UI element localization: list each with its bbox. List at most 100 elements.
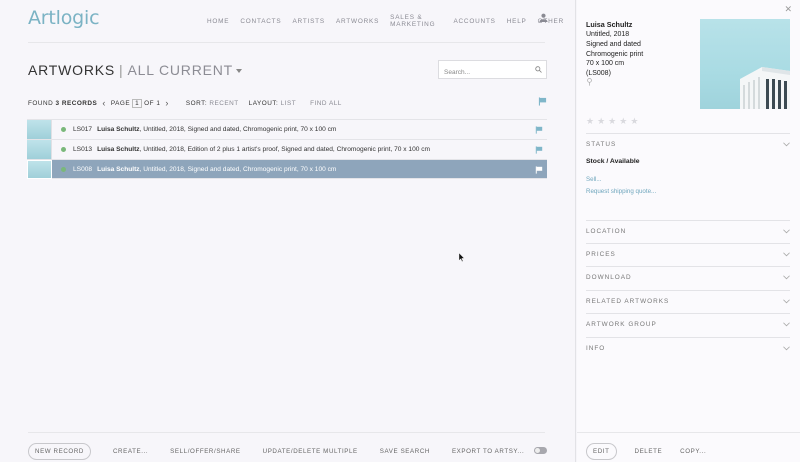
save-search-button[interactable]: SAVE SEARCH — [380, 448, 430, 455]
table-row-selected[interactable]: LS008 Luisa Schultz , Untitled, 2018, Si… — [27, 159, 547, 179]
edit-button[interactable]: EDIT — [586, 443, 617, 460]
flag-icon[interactable] — [538, 97, 547, 106]
status-dot — [61, 127, 66, 132]
record-details: , Untitled, 2018, Signed and dated, Chro… — [139, 165, 337, 173]
star-icon[interactable]: ★ — [597, 116, 605, 127]
nav-help[interactable]: HELP — [507, 18, 527, 25]
results-toolbar: FOUND 3 RECORDS ‹ PAGE 1 OF 1 › SORT: RE… — [28, 97, 547, 108]
section-artwork-group[interactable]: ARTWORK GROUP — [586, 313, 790, 328]
chevron-down-icon[interactable] — [236, 69, 243, 74]
artwork-thumbnail[interactable] — [27, 159, 52, 179]
section-download-title: DOWNLOAD — [586, 274, 632, 281]
record-ref: LS013 — [73, 146, 93, 153]
panel-signature: Signed and dated — [586, 40, 641, 48]
row-flag-icon[interactable] — [535, 166, 543, 174]
star-icon[interactable]: ★ — [630, 116, 638, 127]
search-input[interactable] — [439, 64, 529, 81]
page-title: ARTWORKS | ALL CURRENT — [28, 62, 243, 78]
request-shipping-link[interactable]: Request shipping quote... — [586, 188, 656, 195]
chevron-down-icon[interactable] — [783, 322, 790, 327]
header-divider — [28, 42, 545, 43]
nav-artists[interactable]: ARTISTS — [292, 18, 324, 25]
section-info-title: INFO — [586, 345, 606, 352]
section-prices[interactable]: PRICES — [586, 243, 790, 258]
view-toggle[interactable] — [534, 447, 547, 454]
nav-accounts[interactable]: ACCOUNTS — [453, 18, 495, 25]
section-location[interactable]: LOCATION — [586, 220, 790, 235]
copy-button[interactable]: COPY... — [680, 448, 706, 455]
page-title-main: ARTWORKS — [28, 62, 116, 78]
artwork-image[interactable] — [700, 19, 790, 109]
section-info[interactable]: INFO — [586, 337, 790, 352]
star-icon[interactable]: ★ — [619, 116, 627, 127]
nav-home[interactable]: HOME — [207, 18, 229, 25]
export-to-artsy-button[interactable]: EXPORT TO ARTSY... — [452, 448, 524, 455]
find-all-button[interactable]: FIND ALL — [310, 100, 342, 107]
panel-artist-name: Luisa Schultz — [586, 20, 633, 29]
panel-dimensions: 70 x 100 cm — [586, 60, 625, 68]
section-prices-title: PRICES — [586, 251, 616, 258]
pin-icon[interactable] — [586, 78, 593, 86]
page-total: OF 1 — [144, 99, 161, 107]
record-details: , Untitled, 2018, Edition of 2 plus 1 ar… — [139, 146, 431, 153]
chevron-down-icon[interactable] — [783, 346, 790, 351]
next-page-icon[interactable]: › — [165, 98, 169, 108]
saved-search-dropdown[interactable]: ALL CURRENT — [127, 62, 233, 78]
section-artwork-group-title: ARTWORK GROUP — [586, 321, 657, 328]
row-flag-icon[interactable] — [535, 146, 543, 154]
user-icon[interactable] — [539, 13, 548, 22]
chevron-down-icon[interactable] — [783, 252, 790, 257]
section-download[interactable]: DOWNLOAD — [586, 266, 790, 281]
row-flag-icon[interactable] — [535, 126, 543, 134]
table-row[interactable]: LS017 Luisa Schultz , Untitled, 2018, Si… — [27, 119, 547, 139]
rating-stars[interactable]: ★ ★ ★ ★ ★ — [586, 116, 641, 127]
record-details: , Untitled, 2018, Signed and dated, Chro… — [139, 126, 337, 133]
record-artist: Luisa Schultz — [97, 165, 140, 173]
section-status[interactable]: STATUS — [586, 133, 790, 148]
section-related-artworks[interactable]: RELATED ARTWORKS — [586, 290, 790, 305]
records-list: LS017 Luisa Schultz , Untitled, 2018, Si… — [27, 119, 547, 179]
status-value: Stock / Available — [586, 158, 640, 165]
artlogic-logo[interactable]: Artlogic — [28, 7, 100, 29]
sort-value[interactable]: RECENT — [209, 100, 238, 107]
sell-offer-share-button[interactable]: SELL/OFFER/SHARE — [170, 448, 240, 455]
panel-footer-divider — [577, 432, 800, 433]
update-delete-multiple-button[interactable]: UPDATE/DELETE MULTIPLE — [263, 448, 358, 455]
page-number-input[interactable]: 1 — [132, 98, 143, 108]
artwork-thumbnail[interactable] — [27, 120, 52, 139]
layout-value[interactable]: LIST — [281, 100, 297, 107]
mouse-cursor-icon — [459, 253, 465, 262]
sort-label: SORT: — [185, 99, 208, 107]
close-icon[interactable]: ✕ — [784, 4, 792, 15]
status-dot — [61, 166, 66, 172]
sell-link[interactable]: Sell... — [586, 176, 601, 183]
panel-artwork-meta: Untitled, 2018 Signed and dated Chromoge… — [586, 30, 643, 79]
panel-action-bar: EDIT DELETE COPY... — [586, 443, 706, 460]
nav-contacts[interactable]: CONTACTS — [240, 18, 281, 25]
building-photo — [740, 67, 790, 109]
found-label: FOUND — [28, 99, 54, 107]
search-box — [438, 60, 547, 81]
section-status-title: STATUS — [586, 141, 617, 148]
star-icon[interactable]: ★ — [586, 116, 594, 127]
artwork-thumbnail[interactable] — [27, 140, 52, 159]
prev-page-icon[interactable]: ‹ — [102, 98, 106, 108]
chevron-down-icon[interactable] — [783, 275, 790, 280]
chevron-down-icon[interactable] — [783, 299, 790, 304]
panel-title-year: Untitled, 2018 — [586, 31, 630, 38]
new-record-button[interactable]: NEW RECORD — [28, 443, 91, 460]
panel-medium: Chromogenic print — [586, 50, 644, 58]
star-icon[interactable]: ★ — [608, 116, 616, 127]
chevron-down-icon[interactable] — [783, 229, 790, 234]
search-icon[interactable] — [535, 66, 542, 73]
layout-label: LAYOUT: — [248, 99, 279, 107]
chevron-down-icon[interactable] — [783, 142, 790, 147]
title-separator: | — [119, 62, 124, 78]
nav-sales-marketing[interactable]: SALES & MARKETING — [390, 14, 442, 28]
bottom-action-bar: NEW RECORD CREATE... SELL/OFFER/SHARE UP… — [28, 443, 524, 460]
nav-artworks[interactable]: ARTWORKS — [336, 18, 379, 25]
create-button[interactable]: CREATE... — [113, 448, 148, 455]
section-location-title: LOCATION — [586, 228, 627, 235]
table-row[interactable]: LS013 Luisa Schultz , Untitled, 2018, Ed… — [27, 139, 547, 159]
delete-button[interactable]: DELETE — [635, 448, 663, 455]
